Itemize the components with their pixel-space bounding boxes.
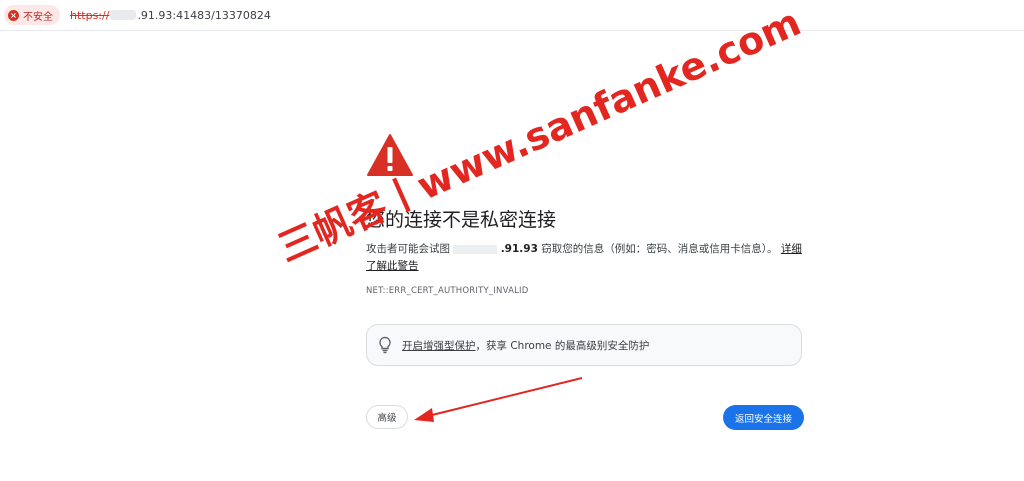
enhanced-protection-text: 开启增强型保护，获享 Chrome 的最高级别安全防护 bbox=[402, 338, 649, 353]
url-scheme: https:// bbox=[70, 8, 110, 22]
desc-prefix: 攻击者可能会试图 bbox=[366, 243, 450, 255]
error-description: 攻击者可能会试图 .91.93 窃取您的信息（例如：密码、消息或信用卡信息）。 … bbox=[366, 241, 806, 275]
desc-host: .91.93 bbox=[500, 243, 538, 255]
url-text[interactable]: https:// .91.93:41483/13370824 bbox=[70, 9, 271, 22]
error-code: NET::ERR_CERT_AUTHORITY_INVALID bbox=[366, 286, 529, 296]
advanced-button[interactable]: 高级 bbox=[366, 405, 408, 429]
security-chip[interactable]: × 不安全 bbox=[4, 5, 60, 25]
enhanced-protection-suffix: ，获享 Chrome 的最高级别安全防护 bbox=[475, 339, 650, 352]
security-label: 不安全 bbox=[23, 11, 53, 23]
redacted-host bbox=[453, 244, 498, 254]
not-secure-icon: × bbox=[8, 9, 19, 21]
enhanced-protection-banner: 开启增强型保护，获享 Chrome 的最高级别安全防护 bbox=[366, 324, 802, 366]
lightbulb-icon bbox=[379, 336, 391, 354]
warning-triangle-icon bbox=[367, 134, 413, 176]
address-bar[interactable]: × 不安全 https:// .91.93:41483/13370824 bbox=[0, 0, 1024, 31]
url-rest: .91.93:41483/13370824 bbox=[137, 8, 271, 22]
page-title: 您的连接不是私密连接 bbox=[366, 209, 557, 231]
desc-suffix: 窃取您的信息（例如：密码、消息或信用卡信息）。 bbox=[541, 243, 778, 255]
back-to-safety-button[interactable]: 返回安全连接 bbox=[723, 405, 804, 430]
redacted-host bbox=[110, 10, 137, 20]
enhanced-protection-link[interactable]: 开启增强型保护 bbox=[402, 340, 476, 352]
